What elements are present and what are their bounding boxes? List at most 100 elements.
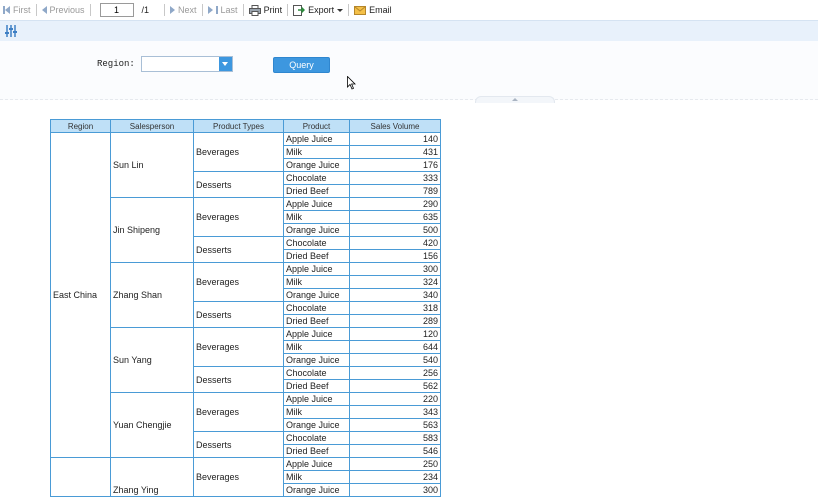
product-cell: Orange Juice [283, 288, 350, 302]
sales-volume-cell: 644 [349, 340, 441, 354]
toolbar-divider [242, 4, 244, 16]
product-cell: Chocolate [283, 171, 350, 185]
product-type-cell: Desserts [193, 171, 284, 198]
sales-volume-cell: 140 [349, 132, 441, 146]
salesperson-cell: Zhang Shan [110, 262, 194, 328]
region-cell: East China [50, 132, 111, 458]
envelope-icon [354, 5, 367, 15]
table-row: East China Sun Lin Beverages Apple Juice 140 [50, 132, 441, 458]
previous-page-button[interactable]: Previous [39, 0, 88, 20]
sales-volume-cell: 333 [349, 171, 441, 185]
print-label: Print [263, 5, 283, 15]
product-type-cell: Beverages [193, 457, 284, 497]
sales-volume-cell: 300 [349, 483, 441, 497]
previous-page-icon [41, 6, 47, 14]
email-button[interactable]: Email [351, 0, 395, 20]
toolbar-divider [348, 4, 350, 16]
last-page-icon [207, 6, 213, 14]
product-type-cell: Desserts [193, 431, 284, 458]
salesperson-cell: Sun Lin [110, 132, 194, 198]
product-type-cell: Beverages [193, 327, 284, 367]
table-row: Zhang Ying Beverages Apple Juice 250 [50, 457, 441, 497]
report-body: East China Sun Lin Beverages Apple Juice 140… [50, 132, 441, 497]
product-cell: Orange Juice [283, 223, 350, 237]
next-page-label: Next [178, 5, 197, 15]
mouse-pointer-icon [347, 76, 356, 90]
sales-volume-cell: 563 [349, 418, 441, 432]
sales-volume-cell: 290 [349, 197, 441, 211]
next-page-button[interactable]: Next [167, 0, 200, 20]
sales-volume-cell: 234 [349, 470, 441, 484]
report-table: Region Salesperson Product Types Product… [50, 119, 441, 497]
sales-volume-cell: 583 [349, 431, 441, 445]
toolbar-divider [164, 4, 166, 16]
sales-volume-cell: 343 [349, 405, 441, 419]
print-button[interactable]: Print [246, 0, 286, 20]
sales-volume-cell: 562 [349, 379, 441, 393]
sales-volume-cell: 789 [349, 184, 441, 198]
sales-volume-cell: 120 [349, 327, 441, 341]
product-cell: Orange Juice [283, 353, 350, 367]
sales-volume-cell: 176 [349, 158, 441, 172]
product-cell: Apple Juice [283, 392, 350, 406]
product-cell: Milk [283, 405, 350, 419]
export-icon [293, 5, 306, 16]
chevron-down-icon[interactable] [219, 57, 232, 71]
product-cell: Milk [283, 470, 350, 484]
product-cell: Milk [283, 340, 350, 354]
export-button[interactable]: Export [290, 0, 346, 20]
product-cell: Apple Juice [283, 327, 350, 341]
product-cell: Chocolate [283, 301, 350, 315]
product-cell: Milk [283, 145, 350, 159]
toolbar-divider [89, 4, 91, 16]
report-header: Region Salesperson Product Types Product… [50, 119, 441, 133]
sales-volume-cell: 546 [349, 444, 441, 458]
product-type-cell: Beverages [193, 262, 284, 302]
previous-page-label: Previous [49, 5, 85, 15]
settings-sliders-icon[interactable] [4, 24, 18, 38]
product-cell: Dried Beef [283, 314, 350, 328]
page-total: /1 [141, 5, 150, 15]
region-select[interactable] [141, 56, 233, 72]
salesperson-cell: Zhang Ying [110, 457, 194, 497]
column-header-salesperson: Salesperson [110, 119, 194, 133]
product-cell: Chocolate [283, 236, 350, 250]
column-header-product-types: Product Types [193, 119, 284, 133]
product-type-cell: Desserts [193, 301, 284, 328]
product-cell: Apple Juice [283, 132, 350, 146]
query-button[interactable]: Query [273, 57, 330, 73]
next-page-icon [170, 6, 176, 14]
salesperson-cell: Sun Yang [110, 327, 194, 393]
parameter-toggle-bar [0, 20, 818, 42]
product-cell: Milk [283, 275, 350, 289]
product-cell: Orange Juice [283, 158, 350, 172]
salesperson-cell: Jin Shipeng [110, 197, 194, 263]
product-cell: Dried Beef [283, 249, 350, 263]
region-label: Region: [97, 59, 135, 69]
sales-volume-cell: 300 [349, 262, 441, 276]
product-cell: Dried Beef [283, 444, 350, 458]
collapse-panel-handle[interactable] [475, 96, 555, 103]
email-label: Email [369, 5, 392, 15]
product-cell: Chocolate [283, 431, 350, 445]
product-type-cell: Beverages [193, 392, 284, 432]
page-navigator: /1 [93, 0, 153, 20]
product-cell: Chocolate [283, 366, 350, 380]
page-number-input[interactable] [99, 3, 134, 17]
product-cell: Apple Juice [283, 262, 350, 276]
column-header-sales-volume: Sales Volume [349, 119, 441, 133]
toolbar-divider [201, 4, 203, 16]
column-header-region: Region [50, 119, 111, 133]
sales-volume-cell: 156 [349, 249, 441, 263]
sales-volume-cell: 431 [349, 145, 441, 159]
last-page-label: Last [220, 5, 238, 15]
sales-volume-cell: 420 [349, 236, 441, 250]
salesperson-cell: Yuan Chengjie [110, 392, 194, 458]
first-page-label: First [13, 5, 31, 15]
last-page-button[interactable]: Last [205, 0, 241, 20]
product-cell: Dried Beef [283, 379, 350, 393]
product-cell: Apple Juice [283, 457, 350, 471]
printer-icon [248, 4, 261, 16]
first-page-button[interactable]: First [0, 0, 34, 20]
parameter-panel: Region: Query [0, 41, 818, 103]
